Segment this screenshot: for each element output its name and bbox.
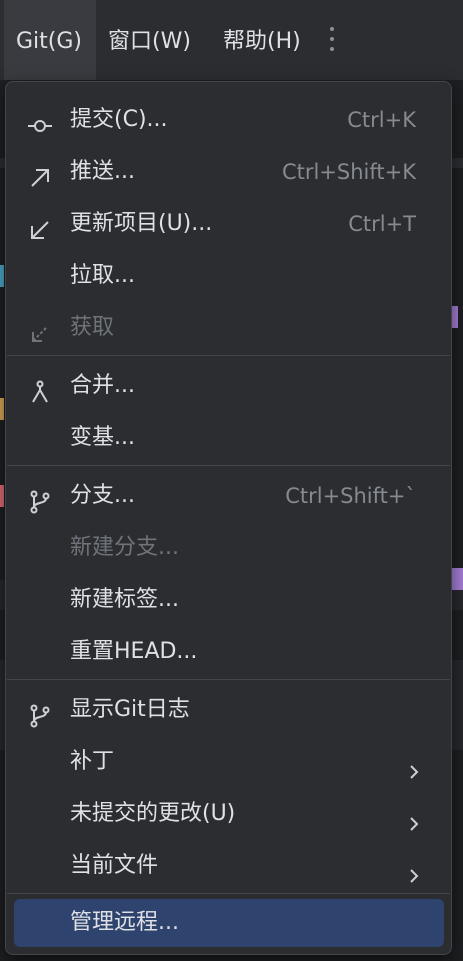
menu-item-branches[interactable]: 分支... Ctrl+Shift+` (14, 472, 444, 520)
menu-item-label: 拉取... (70, 263, 135, 288)
menu-item-label: 重置HEAD... (70, 639, 198, 664)
fetch-icon (28, 316, 52, 342)
menu-item-fetch[interactable]: 获取 (14, 304, 444, 352)
menu-item-pull[interactable]: 拉取... (14, 252, 444, 300)
menu-item-label: 管理远程... (70, 910, 179, 935)
menu-item-rebase[interactable]: 变基... (14, 414, 444, 462)
menu-item-show-git-log[interactable]: 显示Git日志 (14, 686, 444, 734)
menu-item-commit[interactable]: 提交(C)... Ctrl+K (14, 96, 444, 144)
menu-item-label: 新建标签... (70, 587, 179, 612)
menu-item-label: 更新项目(U)... (70, 211, 213, 236)
shortcut-label: Ctrl+T (348, 212, 416, 236)
menu-item-label: 新建分支... (70, 535, 179, 560)
git-menu-popup: 提交(C)... Ctrl+K 推送... Ctrl+Shift+K 更新项目(… (5, 81, 452, 955)
menu-item-label: 当前文件 (70, 853, 159, 878)
menu-item-label: 推送... (70, 159, 135, 184)
menu-item-manage-remotes[interactable]: 管理远程... (14, 899, 444, 947)
menu-item-label: 显示Git日志 (70, 697, 190, 722)
code-fragment (0, 265, 4, 287)
code-fragment (0, 485, 4, 507)
chevron-right-icon (408, 804, 420, 831)
chevron-right-icon (408, 856, 420, 883)
branch-icon (28, 698, 52, 728)
menu-item-new-tag[interactable]: 新建标签... (14, 576, 444, 624)
menu-item-uncommitted-changes[interactable]: 未提交的更改(U) (14, 790, 444, 838)
menu-item-label: 获取 (70, 315, 115, 340)
push-arrow-icon (28, 160, 52, 187)
menu-bar: Git(G) 窗口(W) 帮助(H) (0, 0, 463, 80)
branch-icon (28, 484, 52, 514)
menu-item-reset-head[interactable]: 重置HEAD... (14, 628, 444, 676)
menu-git[interactable]: Git(G) (4, 0, 96, 80)
menu-item-label: 未提交的更改(U) (70, 801, 236, 826)
menu-separator (7, 893, 450, 894)
menu-help[interactable]: 帮助(H) (223, 0, 301, 80)
shortcut-label: Ctrl+Shift+` (285, 484, 416, 508)
menu-item-update-project[interactable]: 更新项目(U)... Ctrl+T (14, 200, 444, 248)
menu-item-current-file[interactable]: 当前文件 (14, 842, 444, 890)
menu-separator (7, 355, 450, 356)
menu-item-label: 合并... (70, 373, 135, 398)
menu-window[interactable]: 窗口(W) (108, 0, 191, 80)
chevron-right-icon (408, 752, 420, 779)
shortcut-label: Ctrl+Shift+K (281, 160, 416, 184)
menu-item-new-branch[interactable]: 新建分支... (14, 524, 444, 572)
menu-item-merge[interactable]: 合并... (14, 362, 444, 410)
code-fragment (0, 398, 4, 420)
shortcut-label: Ctrl+K (347, 108, 416, 132)
menu-item-push[interactable]: 推送... Ctrl+Shift+K (14, 148, 444, 196)
menu-item-patch[interactable]: 补丁 (14, 738, 444, 786)
menu-item-label: 变基... (70, 425, 135, 450)
commit-icon (28, 108, 52, 132)
menu-separator (7, 465, 450, 466)
update-arrow-icon (28, 212, 52, 239)
menu-item-label: 提交(C)... (70, 107, 168, 132)
merge-icon (28, 374, 52, 403)
more-vertical-icon[interactable] (328, 27, 336, 57)
menu-separator (7, 679, 450, 680)
menu-item-label: 分支... (70, 483, 135, 508)
menu-item-label: 补丁 (70, 749, 115, 774)
code-fragment (452, 306, 458, 328)
